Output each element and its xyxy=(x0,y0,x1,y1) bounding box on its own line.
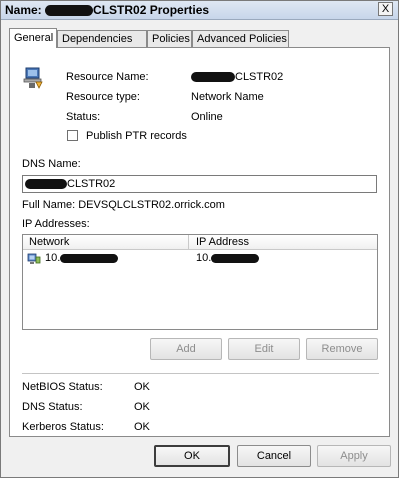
table-row[interactable]: 10. 10. xyxy=(23,250,377,267)
redacted-ip xyxy=(211,253,260,263)
full-name-text: Full Name: DEVSQLCLSTR02.orrick.com xyxy=(22,199,225,211)
netbios-status-label: NetBIOS Status: xyxy=(22,381,103,393)
tab-general[interactable]: General xyxy=(9,28,57,48)
redacted-resource-prefix xyxy=(191,72,235,83)
remove-button[interactable]: Remove xyxy=(306,338,378,360)
netbios-status-value: OK xyxy=(134,381,150,393)
title-prefix: Name: xyxy=(5,3,42,17)
section-divider xyxy=(22,373,379,374)
edit-button[interactable]: Edit xyxy=(228,338,300,360)
column-separator[interactable] xyxy=(188,235,189,249)
redacted-network xyxy=(60,253,119,263)
network-name-resource-icon xyxy=(23,66,45,90)
resource-name-value: CLSTR02 xyxy=(191,71,283,83)
network-adapter-icon xyxy=(27,251,41,265)
publish-ptr-checkbox[interactable] xyxy=(67,130,78,141)
close-button[interactable]: X xyxy=(378,2,393,16)
kerberos-status-label: Kerberos Status: xyxy=(22,421,104,433)
row-ip-value: 10. xyxy=(196,252,260,264)
row-network-value: 10. xyxy=(45,252,119,264)
dns-name-suffix: CLSTR02 xyxy=(67,178,116,190)
tab-advanced-policies[interactable]: Advanced Policies xyxy=(192,30,289,47)
dns-status-value: OK xyxy=(134,401,150,413)
properties-dialog: Name: CLSTR02 Properties X General Depen… xyxy=(0,0,399,478)
cancel-button[interactable]: Cancel xyxy=(237,445,311,467)
resource-type-value: Network Name xyxy=(191,91,264,103)
general-tab-panel: Resource Name: CLSTR02 Resource type: Ne… xyxy=(9,47,390,437)
add-button[interactable]: Add xyxy=(150,338,222,360)
redacted-dns-prefix xyxy=(25,179,67,190)
row-network-prefix: 10. xyxy=(45,252,61,264)
ip-addresses-label: IP Addresses: xyxy=(22,218,90,230)
ok-button[interactable]: OK xyxy=(154,445,230,467)
status-value: Online xyxy=(191,111,223,123)
title-bar[interactable]: Name: CLSTR02 Properties X xyxy=(1,1,398,20)
resource-name-label: Resource Name: xyxy=(66,71,149,83)
row-ip-prefix: 10. xyxy=(196,252,212,264)
kerberos-status-value: OK xyxy=(134,421,150,433)
dns-status-label: DNS Status: xyxy=(22,401,83,413)
column-header-ip-address[interactable]: IP Address xyxy=(196,236,249,248)
tab-dependencies[interactable]: Dependencies xyxy=(57,30,147,47)
column-header-network[interactable]: Network xyxy=(29,236,69,248)
apply-button[interactable]: Apply xyxy=(317,445,391,467)
ip-address-list[interactable]: Network IP Address 10. 10. xyxy=(22,234,378,330)
window-title: Name: CLSTR02 Properties xyxy=(5,3,209,17)
status-label: Status: xyxy=(66,111,101,123)
resource-name-suffix: CLSTR02 xyxy=(235,71,284,83)
dns-name-input-value: CLSTR02 xyxy=(25,178,115,190)
title-suffix: CLSTR02 Properties xyxy=(93,3,210,17)
tab-policies[interactable]: Policies xyxy=(147,30,192,47)
ip-list-header: Network IP Address xyxy=(23,235,377,250)
publish-ptr-label[interactable]: Publish PTR records xyxy=(86,130,187,142)
redacted-name xyxy=(45,5,94,17)
dns-name-label: DNS Name: xyxy=(22,158,81,170)
resource-type-label: Resource type: xyxy=(66,91,140,103)
dns-name-input[interactable]: CLSTR02 xyxy=(22,175,377,193)
